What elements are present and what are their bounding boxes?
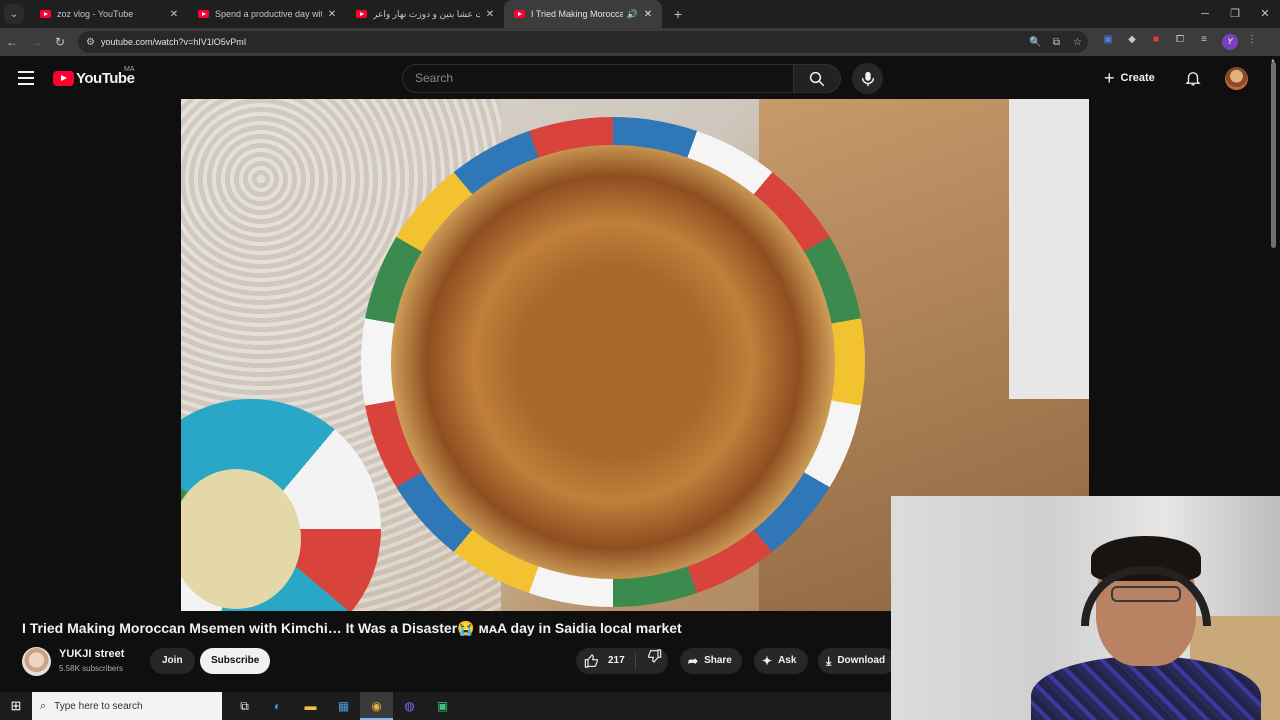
close-tab-icon[interactable]: ✕ [326, 9, 338, 20]
youtube-favicon-icon [356, 10, 367, 18]
browser-tab[interactable]: طيبت عشا بتين و دوزت نهار واعر ✕ [346, 0, 504, 28]
taskbar-search-placeholder: Type here to search [54, 700, 143, 712]
url-text[interactable]: youtube.com/watch?v=hIV1lO5vPmI [101, 37, 1025, 47]
channel-avatar[interactable] [22, 647, 51, 676]
profile-icon[interactable]: Y [1216, 34, 1240, 50]
translate-extension-icon[interactable]: ▣ [1096, 34, 1120, 50]
tab-title: zoz vlog - YouTube [57, 9, 134, 19]
menu-hamburger-icon[interactable] [18, 71, 34, 89]
browser-tab[interactable]: Spend a productive day with m ✕ [188, 0, 346, 28]
tab-search-button[interactable]: ⌄ [4, 4, 24, 24]
close-tab-icon[interactable]: ✕ [168, 9, 180, 20]
extension-diamond-icon[interactable]: ◆ [1120, 34, 1144, 50]
youtube-favicon-icon [40, 10, 51, 18]
ask-button[interactable]: ✦ Ask [754, 648, 809, 674]
video-frame-main-plate [361, 117, 865, 607]
extensions-area: ▣ ◆ ■ ⧠ ≡ Y ⋮ [1096, 34, 1264, 50]
share-button[interactable]: ➦ Share [680, 648, 742, 674]
browser-menu-icon[interactable]: ⋮ [1240, 34, 1264, 50]
share-arrow-icon: ➦ [688, 654, 699, 668]
subscriber-count: 5.58K subscribers [59, 664, 124, 673]
zoom-icon[interactable]: 🔍 [1025, 37, 1046, 48]
microsoft-store-icon[interactable]: ▦ [327, 692, 360, 720]
back-arrow-icon[interactable]: ← [0, 35, 24, 49]
restore-icon[interactable]: ❐ [1220, 0, 1250, 28]
tab-title: Spend a productive day with m [215, 9, 322, 19]
plus-icon: + [1104, 67, 1115, 88]
page-scrollbar[interactable] [1271, 62, 1276, 248]
thumbs-up-icon [584, 654, 598, 668]
microphone-icon [861, 71, 874, 86]
chrome-browser-icon[interactable]: ◉ [360, 692, 393, 720]
file-explorer-icon[interactable]: ▬ [294, 692, 327, 720]
taskbar-apps: ⧉ ◐ ▬ ▦ ◉ ◍ ▣ [228, 692, 459, 720]
window-controls: ─ ❐ ✕ [1190, 0, 1280, 28]
youtube-logo[interactable]: YouTube MA [53, 66, 135, 87]
browser-tab-active[interactable]: I Tried Making Moroccan M 🔊 ✕ [504, 0, 662, 28]
minimize-icon[interactable]: ─ [1190, 0, 1220, 28]
dislike-button[interactable] [636, 648, 662, 675]
download-icon: ⤓ [826, 654, 832, 668]
notifications-bell-icon[interactable] [1184, 69, 1202, 92]
search-input[interactable]: Search [402, 64, 794, 93]
discord-icon[interactable]: ◍ [393, 692, 426, 720]
audio-playing-icon[interactable]: 🔊 [627, 9, 638, 20]
close-tab-icon[interactable]: ✕ [642, 9, 654, 20]
forward-arrow-icon[interactable]: → [24, 35, 48, 49]
video-title: I Tried Making Moroccan Msemen with Kimc… [22, 620, 682, 636]
browser-toolbar: ← → ↻ ⚙ youtube.com/watch?v=hIV1lO5vPmI … [0, 28, 1280, 56]
video-frame-wall [1009, 99, 1089, 399]
webcam-glasses [1111, 586, 1181, 602]
edge-browser-icon[interactable]: ◐ [261, 692, 294, 720]
country-code: MA [124, 66, 135, 73]
join-button[interactable]: Join [150, 648, 195, 674]
like-button[interactable]: 217 [576, 652, 636, 670]
subscribe-button[interactable]: Subscribe [200, 648, 271, 674]
site-info-icon[interactable]: ⚙ [86, 37, 95, 48]
download-button[interactable]: ⤓ Download [818, 648, 896, 674]
download-label: Download [837, 655, 886, 666]
voice-search-button[interactable] [852, 63, 883, 94]
user-avatar[interactable] [1225, 67, 1248, 90]
youtube-play-logo-icon [53, 71, 74, 86]
windows-start-icon[interactable]: ⊞ [0, 698, 32, 714]
thumbs-down-icon [648, 648, 662, 663]
task-view-icon[interactable]: ⧉ [228, 692, 261, 720]
bookmark-star-icon[interactable]: ☆ [1067, 37, 1088, 48]
close-tab-icon[interactable]: ✕ [484, 9, 496, 20]
youtube-favicon-icon [198, 10, 209, 18]
like-dislike-group: 217 [576, 648, 668, 674]
extension-red-icon[interactable]: ■ [1144, 34, 1168, 50]
tab-title: طيبت عشا بتين و دوزت نهار واعر [373, 8, 480, 19]
youtube-header: YouTube MA Search + Create [0, 56, 1280, 100]
channel-name[interactable]: YUKJI street [59, 648, 124, 660]
webcam-overlay [891, 496, 1280, 720]
search-icon [809, 71, 825, 86]
ask-label: Ask [778, 655, 797, 666]
tab-title: I Tried Making Moroccan M [531, 9, 623, 19]
create-button[interactable]: + Create [1104, 66, 1155, 90]
video-frame-food [391, 145, 835, 579]
browser-tab-strip: ⌄ zoz vlog - YouTube ✕ Spend a productiv… [0, 0, 1280, 28]
search-button[interactable] [794, 64, 841, 93]
install-app-icon[interactable]: ⧉ [1046, 37, 1067, 48]
like-count: 217 [608, 655, 625, 666]
browser-tab[interactable]: zoz vlog - YouTube ✕ [30, 0, 188, 28]
taskbar-search-input[interactable]: ⌕ Type here to search [32, 692, 222, 720]
extensions-puzzle-icon[interactable]: ⧠ [1168, 34, 1192, 50]
create-label: Create [1120, 72, 1155, 84]
windows-taskbar: ⊞ ⌕ Type here to search ⧉ ◐ ▬ ▦ ◉ ◍ ▣ [0, 692, 891, 720]
youtube-favicon-icon [514, 10, 525, 18]
app-green-icon[interactable]: ▣ [426, 692, 459, 720]
new-tab-button[interactable]: + [668, 6, 688, 22]
search-icon: ⌕ [40, 699, 47, 712]
sparkle-icon: ✦ [762, 654, 773, 668]
share-label: Share [704, 655, 732, 666]
address-bar[interactable]: ⚙ youtube.com/watch?v=hIV1lO5vPmI 🔍 ⧉ ☆ [78, 31, 1088, 53]
reload-icon[interactable]: ↻ [48, 35, 72, 49]
close-window-icon[interactable]: ✕ [1250, 0, 1280, 28]
media-control-icon[interactable]: ≡ [1192, 34, 1216, 50]
